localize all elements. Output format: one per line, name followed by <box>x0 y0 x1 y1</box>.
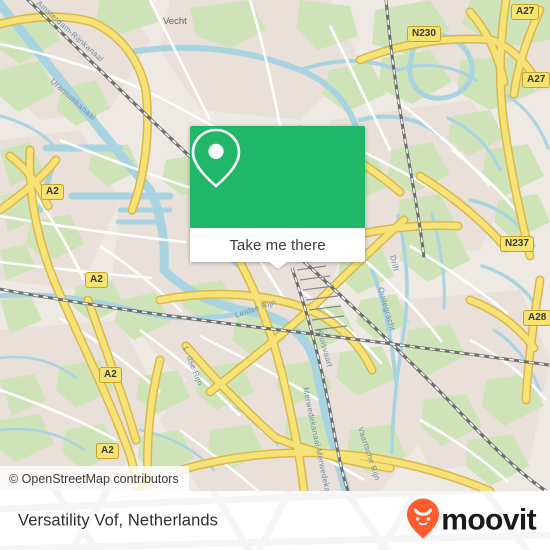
road-shield: A28 <box>523 310 550 326</box>
osm-attribution-text: © OpenStreetMap contributors <box>9 471 179 486</box>
road-shield: N230 <box>407 26 441 42</box>
road-shield: N237 <box>500 236 534 252</box>
popup-header <box>190 126 365 228</box>
map-canvas[interactable]: Amsterdam-Rijnkanaal Uraniumkanaal Leidse … <box>0 0 550 491</box>
road-shield: A2 <box>99 367 122 383</box>
page-title: Versatility Vof, Netherlands <box>18 511 218 529</box>
moovit-brand[interactable]: moovit <box>406 497 537 544</box>
popup-pointer-tail <box>268 262 287 269</box>
road-shield: A27 <box>522 72 550 88</box>
road-shield: A2 <box>85 272 108 288</box>
popup-action-bar[interactable]: Take me there <box>190 228 365 262</box>
moovit-smiley-pin-icon <box>406 497 440 544</box>
location-popup[interactable]: Take me there <box>190 126 365 269</box>
road-shield: A2 <box>41 184 64 200</box>
take-me-there-label: Take me there <box>229 236 326 254</box>
osm-attribution[interactable]: © OpenStreetMap contributors <box>0 466 189 491</box>
moovit-wordmark: moovit <box>441 503 536 537</box>
footer-bar: Versatility Vof, Netherlands moovit <box>0 491 550 550</box>
place-label: Vecht <box>163 16 187 27</box>
road-shield: A27 <box>511 4 540 20</box>
map-screen: Amsterdam-Rijnkanaal Uraniumkanaal Leidse … <box>0 0 550 550</box>
road-shield: A2 <box>96 443 119 459</box>
